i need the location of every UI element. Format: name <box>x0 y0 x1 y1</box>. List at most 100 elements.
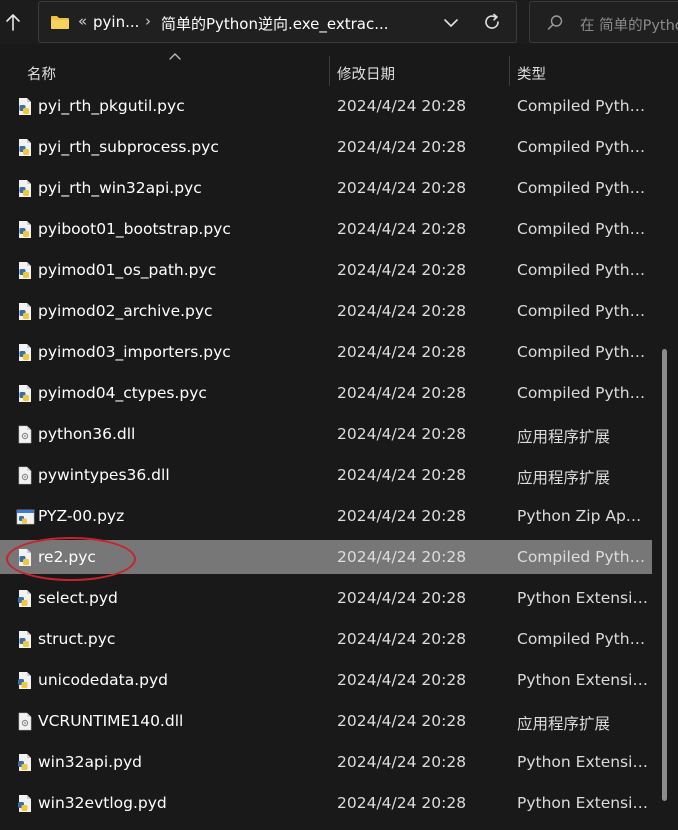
file-name: PYZ-00.pyz <box>38 507 125 525</box>
pyc-file-icon <box>16 302 34 321</box>
file-row[interactable]: unicodedata.pyd 2024/4/24 20:28 Python Ext… <box>0 663 652 697</box>
file-row[interactable]: pyiboot01_bootstrap.pyc 2024/4/24 20:28 Co… <box>0 212 652 246</box>
pyc-file-icon <box>16 343 34 362</box>
dll-file-icon <box>16 425 34 444</box>
dll-file-icon <box>16 466 34 485</box>
search-placeholder: 在 简单的Python <box>580 18 678 34</box>
file-type: 应用程序扩展 <box>517 428 611 446</box>
file-row[interactable]: pyi_rth_subprocess.pyc 2024/4/24 20:28 Com… <box>0 130 652 164</box>
search-icon <box>547 15 563 30</box>
pyc-file-icon <box>16 261 34 280</box>
file-type: Python Extensio... <box>517 589 651 607</box>
file-row[interactable]: pyi_rth_win32api.pyc 2024/4/24 20:28 Compi… <box>0 171 652 205</box>
file-name: unicodedata.pyd <box>38 671 169 689</box>
file-row[interactable]: pyi_rth_pkgutil.pyc 2024/4/24 20:28 Compil… <box>0 89 652 123</box>
file-modified-date: 2024/4/24 20:28 <box>337 589 467 607</box>
arrow-up-icon <box>6 14 20 31</box>
address-bar[interactable]: « pyin... › 简单的Python逆向.exe_extrac... <box>38 1 517 43</box>
file-row[interactable]: PYZ-00.pyz 2024/4/24 20:28 Python Zip Appl… <box>0 499 652 533</box>
file-type: Python Zip Appli... <box>517 507 651 525</box>
file-row[interactable]: pyimod04_ctypes.pyc 2024/4/24 20:28 Compil… <box>0 376 652 410</box>
file-modified-date: 2024/4/24 20:28 <box>337 794 467 812</box>
pyd-file-icon <box>16 753 34 772</box>
file-row[interactable]: pyimod01_os_path.pyc 2024/4/24 20:28 Compi… <box>0 253 652 287</box>
file-name: pyimod03_importers.pyc <box>38 343 231 361</box>
file-modified-date: 2024/4/24 20:28 <box>337 753 467 771</box>
pyc-file-icon <box>16 548 34 567</box>
breadcrumb-separator[interactable]: › <box>145 12 151 30</box>
file-name: struct.pyc <box>38 630 116 648</box>
breadcrumb-item-parent[interactable]: pyin... <box>93 13 139 31</box>
file-modified-date: 2024/4/24 20:28 <box>337 712 467 730</box>
pyd-file-icon <box>16 794 34 813</box>
sort-ascending-icon <box>169 53 181 60</box>
up-button[interactable] <box>0 4 26 40</box>
file-type: Compiled Pytho... <box>517 302 651 320</box>
pyd-file-icon <box>16 671 34 690</box>
file-type: Compiled Pytho... <box>517 179 651 197</box>
file-type: 应用程序扩展 <box>517 715 611 733</box>
file-modified-date: 2024/4/24 20:28 <box>337 97 467 115</box>
pyc-file-icon <box>16 630 34 649</box>
file-type: Compiled Pytho... <box>517 630 651 648</box>
file-name: VCRUNTIME140.dll <box>38 712 184 730</box>
file-modified-date: 2024/4/24 20:28 <box>337 630 467 648</box>
column-divider[interactable] <box>509 56 510 86</box>
file-row[interactable]: python36.dll 2024/4/24 20:28 应用程序扩展 <box>0 417 652 451</box>
file-modified-date: 2024/4/24 20:28 <box>337 138 467 156</box>
file-type: Compiled Pytho... <box>517 343 651 361</box>
file-modified-date: 2024/4/24 20:28 <box>337 220 467 238</box>
file-modified-date: 2024/4/24 20:28 <box>337 425 467 443</box>
scrollbar-thumb[interactable] <box>662 349 667 801</box>
file-row[interactable]: VCRUNTIME140.dll 2024/4/24 20:28 应用程序扩展 <box>0 704 652 738</box>
file-type: Python Extensio... <box>517 753 651 771</box>
refresh-icon[interactable] <box>481 11 503 33</box>
file-row[interactable]: select.pyd 2024/4/24 20:28 Python Extensio… <box>0 581 652 615</box>
file-type: Compiled Pytho... <box>517 261 651 279</box>
file-row[interactable]: pywintypes36.dll 2024/4/24 20:28 应用程序扩展 <box>0 458 652 492</box>
file-name: re2.pyc <box>38 548 96 566</box>
file-name: pywintypes36.dll <box>38 466 170 484</box>
folder-icon <box>51 16 69 29</box>
file-name: pyi_rth_subprocess.pyc <box>38 138 219 156</box>
column-type-header[interactable]: 类型 <box>517 63 546 84</box>
column-header: 名称 修改日期 类型 <box>0 52 678 90</box>
pyc-file-icon <box>16 97 34 116</box>
dll-file-icon <box>16 712 34 731</box>
chevron-down-icon[interactable] <box>441 14 461 32</box>
file-modified-date: 2024/4/24 20:28 <box>337 343 467 361</box>
breadcrumb-item-current[interactable]: 简单的Python逆向.exe_extrac... <box>161 13 391 34</box>
file-name: pyiboot01_bootstrap.pyc <box>38 220 231 238</box>
file-type: Compiled Pytho... <box>517 138 651 156</box>
breadcrumb-overflow[interactable]: « <box>78 12 87 30</box>
file-name: win32api.pyd <box>38 753 142 771</box>
file-name: select.pyd <box>38 589 118 607</box>
pyc-file-icon <box>16 384 34 403</box>
file-row[interactable]: win32api.pyd 2024/4/24 20:28 Python Extens… <box>0 745 652 779</box>
file-modified-date: 2024/4/24 20:28 <box>337 179 467 197</box>
file-row[interactable]: pyimod03_importers.pyc 2024/4/24 20:28 Com… <box>0 335 652 369</box>
file-type: Compiled Pytho... <box>517 220 651 238</box>
pyz-file-icon <box>16 507 35 526</box>
column-date-header[interactable]: 修改日期 <box>337 63 395 84</box>
file-type: Compiled Pytho... <box>517 548 651 566</box>
file-name: pyimod01_os_path.pyc <box>38 261 217 279</box>
file-modified-date: 2024/4/24 20:28 <box>337 548 467 566</box>
file-row[interactable]: re2.pyc 2024/4/24 20:28 Compiled Pytho... <box>0 540 652 574</box>
column-divider[interactable] <box>329 56 330 86</box>
file-row[interactable]: struct.pyc 2024/4/24 20:28 Compiled Pytho.… <box>0 622 652 656</box>
pyc-file-icon <box>16 138 34 157</box>
pyd-file-icon <box>16 589 34 608</box>
pyc-file-icon <box>16 179 34 198</box>
file-modified-date: 2024/4/24 20:28 <box>337 261 467 279</box>
file-modified-date: 2024/4/24 20:28 <box>337 384 467 402</box>
search-input[interactable]: 在 简单的Python <box>529 1 678 43</box>
file-modified-date: 2024/4/24 20:28 <box>337 507 467 525</box>
file-row[interactable]: pyimod02_archive.pyc 2024/4/24 20:28 Compi… <box>0 294 652 328</box>
file-modified-date: 2024/4/24 20:28 <box>337 302 467 320</box>
file-row[interactable]: win32evtlog.pyd 2024/4/24 20:28 Python Ext… <box>0 786 652 820</box>
file-modified-date: 2024/4/24 20:28 <box>337 466 467 484</box>
column-name-header[interactable]: 名称 <box>27 63 56 84</box>
pyc-file-icon <box>16 220 34 239</box>
file-modified-date: 2024/4/24 20:28 <box>337 671 467 689</box>
